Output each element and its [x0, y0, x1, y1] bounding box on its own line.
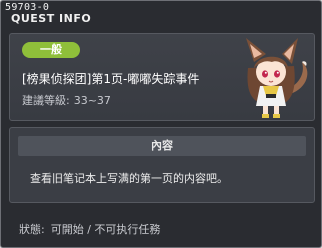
level-range: 33~37: [73, 94, 111, 107]
quest-content-panel: 內容 查看旧笔记本上写满的第一页的内容吧。: [9, 127, 315, 203]
level-label: 建議等級:: [22, 94, 70, 107]
quest-category-badge: 一般: [22, 42, 80, 58]
npc-portrait-icon: [246, 38, 308, 118]
recommended-level: 建議等級: 33~37: [22, 92, 115, 108]
content-text: 查看旧笔记本上写满的第一页的内容吧。: [30, 172, 228, 185]
quest-summary-panel: 一般 [榜果侦探团]第1页-嘟嘟失踪事件 建議等級: 33~37: [9, 33, 315, 121]
window-title: QUEST INFO: [11, 12, 92, 25]
quest-info-window: 59703-0 QUEST INFO 一般 [榜果侦探团]第1页-嘟嘟失踪事件 …: [0, 0, 322, 248]
quest-name: [榜果侦探团]第1页-嘟嘟失踪事件: [22, 72, 200, 86]
status-label: 狀態:: [19, 223, 45, 236]
content-header: 內容: [18, 136, 306, 156]
status-value: 可開始 / 不可执行任務: [50, 223, 161, 236]
quest-status: 狀態: 可開始 / 不可执行任務: [19, 221, 166, 237]
